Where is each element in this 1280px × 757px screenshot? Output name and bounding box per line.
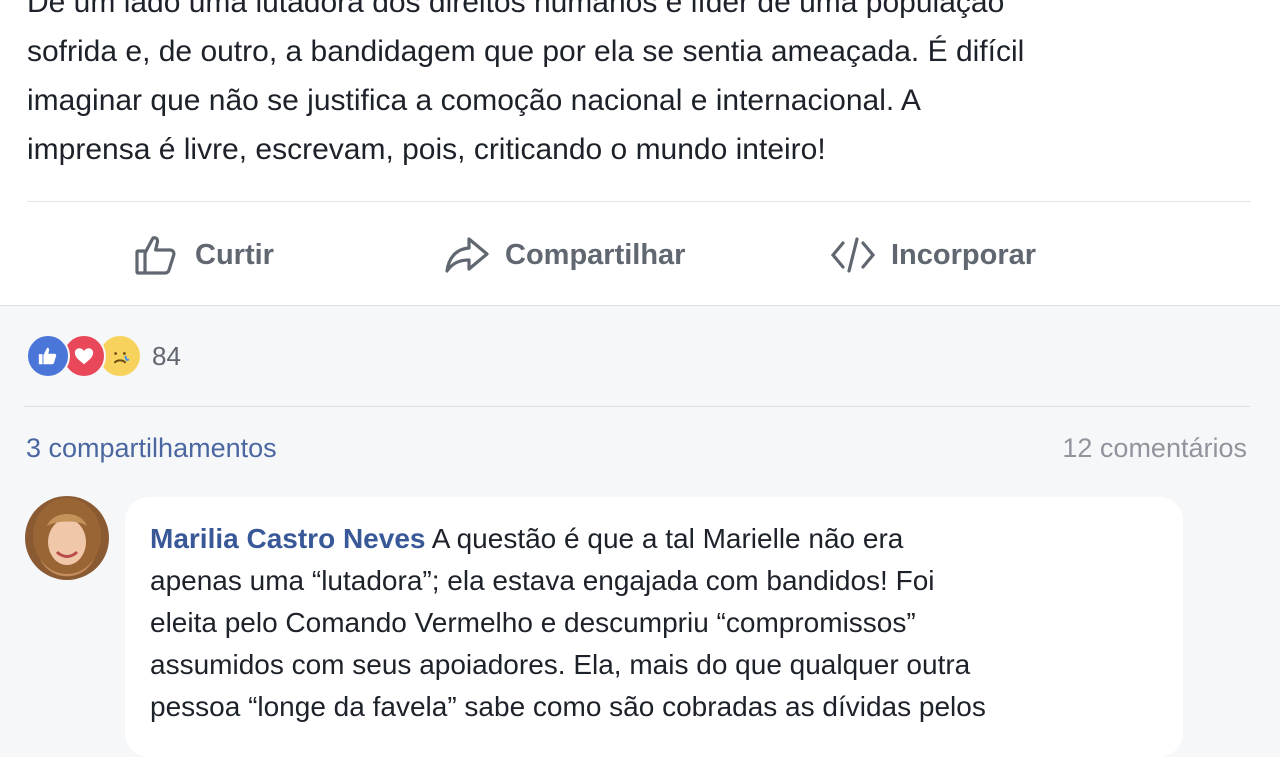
comment-first-line-text: A questão é que a tal Marielle não era bbox=[425, 523, 904, 554]
stats-divider bbox=[24, 406, 1250, 407]
embed-label: Incorporar bbox=[891, 238, 1037, 271]
share-label: Compartilhar bbox=[505, 238, 686, 271]
post-body-text: De um lado uma lutadora dos direitos hum… bbox=[27, 0, 1267, 174]
comment-body: Marilia Castro Neves A questão é que a t… bbox=[150, 518, 1180, 728]
post-text-line: sofrida e, de outro, a bandidagem que po… bbox=[27, 35, 1025, 68]
code-embed-icon bbox=[830, 237, 876, 273]
like-reaction-icon bbox=[26, 334, 70, 378]
post-card: De um lado uma lutadora dos direitos hum… bbox=[0, 0, 1280, 306]
comment-author-link[interactable]: Marilia Castro Neves bbox=[150, 523, 425, 554]
comment-line: apenas uma “lutadora”; ela estava engaja… bbox=[150, 565, 935, 596]
shares-count-link[interactable]: 3 compartilhamentos bbox=[26, 433, 277, 464]
comment-first-line: Marilia Castro Neves A questão é que a t… bbox=[150, 518, 1180, 560]
comments-count-link[interactable]: 12 comentários bbox=[1062, 433, 1247, 464]
commenter-avatar[interactable] bbox=[25, 496, 109, 580]
thumbs-up-icon bbox=[135, 236, 176, 275]
share-arrow-icon bbox=[445, 237, 489, 273]
reactions-summary[interactable]: 84 bbox=[26, 334, 181, 378]
post-text-line: imaginar que não se justifica a comoção … bbox=[27, 84, 921, 117]
reaction-count: 84 bbox=[152, 340, 181, 371]
comment-line: eleita pelo Comando Vermelho e descumpri… bbox=[150, 607, 916, 638]
embed-button[interactable]: Incorporar bbox=[829, 230, 1036, 280]
comment-line: pessoa “longe da favela” sabe como são c… bbox=[150, 691, 986, 722]
post-text-line: imprensa é livre, escrevam, pois, critic… bbox=[27, 133, 826, 166]
post-text-line: De um lado uma lutadora dos direitos hum… bbox=[27, 0, 1005, 19]
share-button[interactable]: Compartilhar bbox=[443, 230, 685, 280]
like-button[interactable]: Curtir bbox=[133, 230, 274, 280]
comment-line: assumidos com seus apoiadores. Ela, mais… bbox=[150, 649, 971, 680]
like-label: Curtir bbox=[195, 238, 274, 271]
action-divider bbox=[27, 201, 1251, 202]
